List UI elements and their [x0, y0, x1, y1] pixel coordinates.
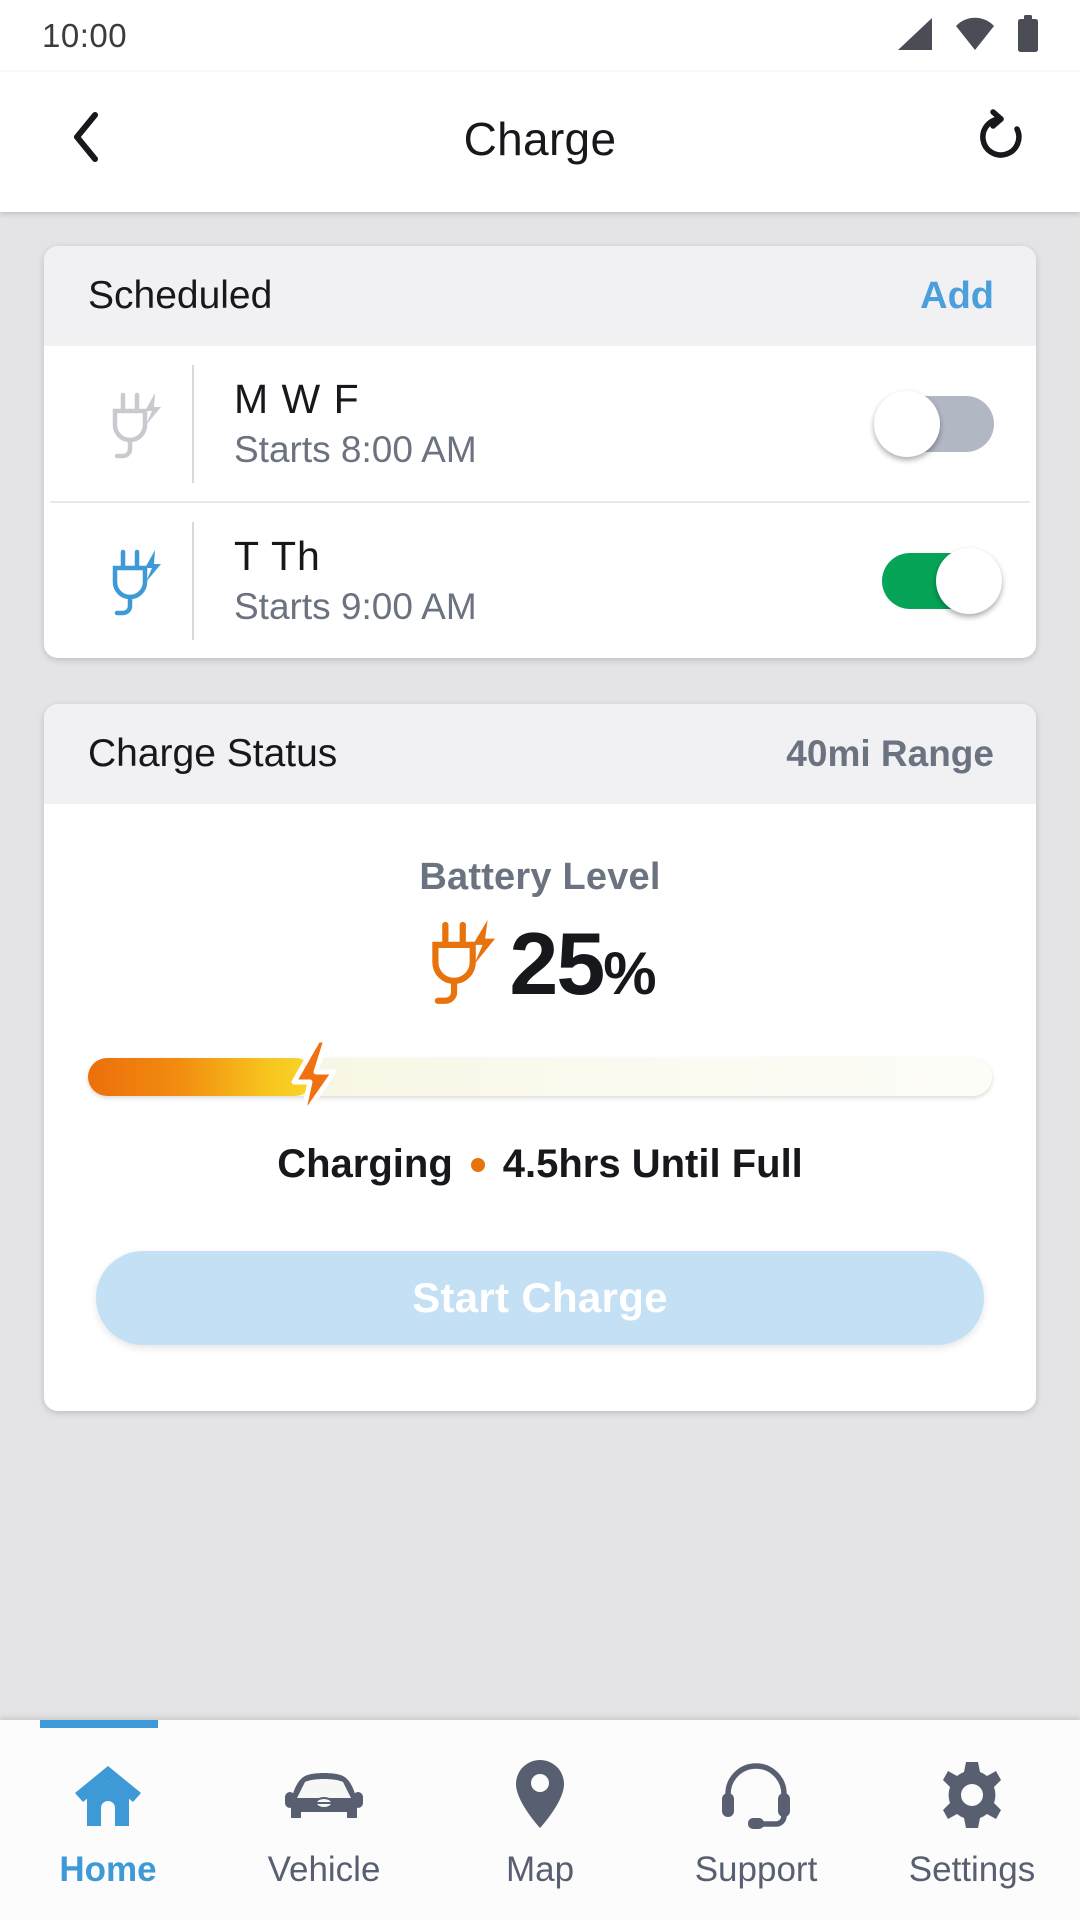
charging-state: Charging — [277, 1142, 453, 1186]
toggle-knob — [936, 547, 1002, 614]
schedule-time: Starts 9:00 AM — [234, 586, 477, 627]
refresh-ccw-icon — [973, 108, 1029, 170]
charge-status-title: Charge Status — [88, 732, 338, 775]
page-header: Charge — [0, 72, 1080, 212]
schedule-text: M W F Starts 8:00 AM — [234, 376, 882, 471]
gear-icon — [937, 1760, 1007, 1830]
nav-item-vehicle[interactable]: Vehicle — [216, 1720, 432, 1920]
nav-item-support[interactable]: Support — [648, 1720, 864, 1920]
scheduled-card: Scheduled Add M W F Starts 8:00 AM T Th … — [44, 246, 1036, 658]
charging-status-line: Charging 4.5hrs Until Full — [44, 1142, 1036, 1187]
schedule-row[interactable]: T Th Starts 9:00 AM — [44, 503, 1036, 658]
charge-status-card: Charge Status 40mi Range Battery Level 2… — [44, 704, 1036, 1411]
charge-status-header: Charge Status 40mi Range — [44, 704, 1036, 804]
nav-item-settings[interactable]: Settings — [864, 1720, 1080, 1920]
schedule-days: T Th — [234, 533, 321, 579]
battery-percent-number: 25 — [509, 913, 605, 1013]
battery-progress-bar — [88, 1037, 992, 1121]
map-pin-icon — [512, 1760, 568, 1830]
chevron-left-icon — [67, 109, 107, 170]
separator-dot-icon — [470, 1157, 485, 1172]
page-body: Scheduled Add M W F Starts 8:00 AM T Th … — [0, 212, 1080, 1720]
refresh-button[interactable] — [966, 104, 1036, 174]
home-icon — [69, 1760, 147, 1830]
lightning-bolt-icon — [286, 1037, 342, 1121]
car-icon — [281, 1760, 367, 1830]
battery-icon — [1016, 14, 1040, 58]
signal-icon — [894, 16, 934, 57]
nav-label-home: Home — [59, 1850, 157, 1889]
row-divider-vertical — [192, 521, 194, 640]
battery-level-value-row: 25% — [44, 915, 1036, 1012]
plug-charge-icon — [84, 544, 192, 618]
charge-status-body: Battery Level 25% Charging 4.5hrs Until … — [44, 804, 1036, 1411]
range-value: 40mi Range — [786, 733, 994, 774]
plug-charge-icon — [84, 387, 192, 461]
toggle-knob — [874, 390, 940, 457]
add-schedule-button[interactable]: Add — [920, 275, 994, 318]
scheduled-title: Scheduled — [88, 274, 273, 317]
schedule-text: T Th Starts 9:00 AM — [234, 533, 882, 628]
progress-fill — [88, 1058, 314, 1096]
row-divider-vertical — [192, 364, 194, 483]
status-icons — [894, 14, 1040, 58]
schedule-days: M W F — [234, 376, 360, 422]
status-bar: 10:00 — [0, 0, 1080, 72]
nav-label-map: Map — [505, 1850, 575, 1889]
status-time: 10:00 — [42, 17, 128, 54]
schedule-row[interactable]: M W F Starts 8:00 AM — [44, 346, 1036, 501]
schedule-toggle[interactable] — [882, 547, 1002, 614]
percent-symbol: % — [603, 939, 656, 1007]
nav-item-home[interactable]: Home — [0, 1720, 216, 1920]
start-charge-button[interactable]: Start Charge — [96, 1251, 984, 1345]
nav-label-support: Support — [694, 1850, 818, 1889]
headset-icon — [718, 1760, 794, 1830]
battery-level-label: Battery Level — [419, 856, 661, 898]
nav-label-vehicle: Vehicle — [267, 1850, 381, 1889]
bottom-navigation: Home Vehicle Map Support Settings — [0, 1720, 1080, 1920]
scheduled-card-header: Scheduled Add — [44, 246, 1036, 346]
schedule-time: Starts 8:00 AM — [234, 429, 477, 470]
battery-percent: 25% — [509, 919, 656, 1008]
active-tab-indicator — [40, 1720, 158, 1728]
nav-label-settings: Settings — [908, 1850, 1036, 1889]
time-until-full: 4.5hrs Until Full — [502, 1142, 803, 1186]
wifi-icon — [954, 16, 996, 57]
schedule-toggle[interactable] — [874, 390, 994, 457]
back-button[interactable] — [52, 104, 122, 174]
plug-charge-icon — [425, 915, 503, 1012]
nav-item-map[interactable]: Map — [432, 1720, 648, 1920]
app-screen: 10:00 Charge Scheduled Add M W F Starts … — [0, 0, 1080, 1920]
page-title: Charge — [463, 113, 617, 165]
